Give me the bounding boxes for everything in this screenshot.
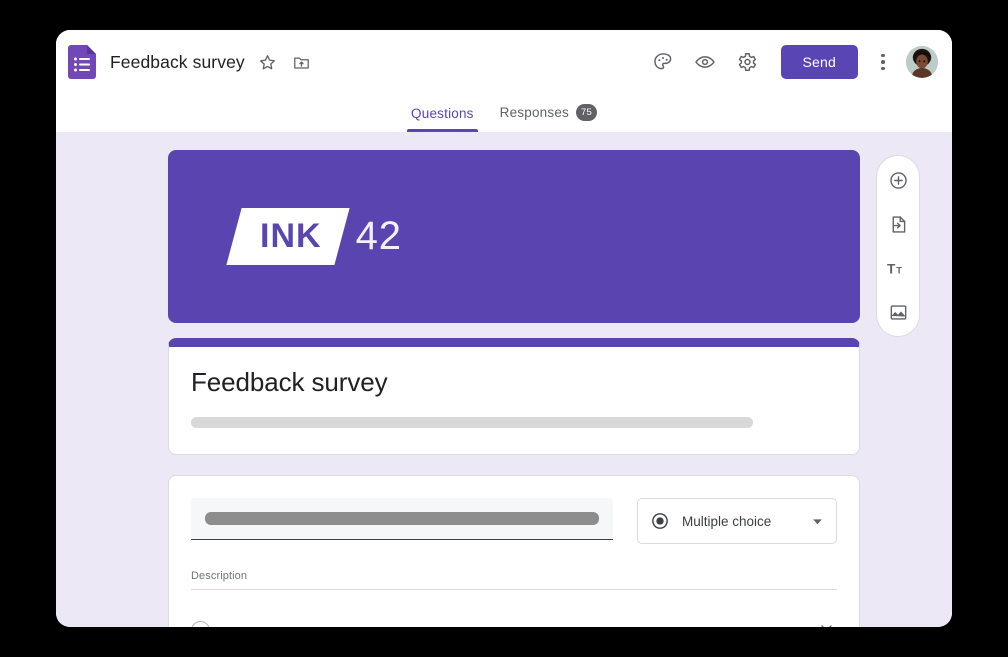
- svg-text:T: T: [896, 265, 902, 275]
- tab-questions[interactable]: Questions: [407, 106, 478, 132]
- question-title-redacted: [205, 512, 599, 525]
- add-title-icon[interactable]: T T: [882, 252, 914, 284]
- ink-logo-text: INK: [260, 217, 322, 255]
- ink-logo-shape: INK: [226, 208, 350, 265]
- tab-bar: Questions Responses 75: [56, 94, 952, 132]
- app-header: Feedback survey Send: [56, 30, 952, 94]
- gear-icon[interactable]: [729, 44, 765, 80]
- ink42-logo: INK 42: [226, 208, 403, 265]
- question-header-row: Multiple choice: [191, 498, 837, 544]
- tab-questions-label: Questions: [411, 106, 474, 121]
- chevron-down-icon: [811, 515, 824, 528]
- svg-text:T: T: [887, 261, 896, 276]
- question-add-toolbar: T T: [876, 155, 920, 337]
- eye-preview-icon[interactable]: [687, 44, 723, 80]
- palette-icon[interactable]: [645, 44, 681, 80]
- move-to-folder-icon[interactable]: [291, 51, 313, 73]
- form-column: INK 42 Feedback survey Multiple choice D…: [168, 150, 860, 627]
- radio-button-icon: [650, 511, 670, 531]
- responses-count-badge: 75: [575, 104, 597, 121]
- form-title-card[interactable]: Feedback survey: [168, 338, 860, 455]
- import-questions-icon[interactable]: [882, 208, 914, 240]
- document-title[interactable]: Feedback survey: [110, 52, 245, 73]
- question-card[interactable]: Multiple choice Description: [168, 475, 860, 627]
- star-icon[interactable]: [257, 51, 279, 73]
- answer-option-row: [191, 610, 837, 627]
- question-type-select[interactable]: Multiple choice: [637, 498, 837, 544]
- form-title[interactable]: Feedback survey: [191, 367, 837, 398]
- tab-responses[interactable]: Responses 75: [496, 104, 601, 132]
- question-description-placeholder: Description: [191, 570, 248, 582]
- close-x-icon[interactable]: [815, 619, 837, 627]
- app-window: Feedback survey Send Questions Responses…: [56, 30, 952, 627]
- kebab-menu-icon[interactable]: [868, 44, 898, 80]
- avatar[interactable]: [906, 46, 938, 78]
- form-banner-image[interactable]: INK 42: [168, 150, 860, 323]
- radio-circle-icon: [191, 620, 210, 627]
- google-forms-icon[interactable]: [68, 45, 96, 79]
- question-title-input[interactable]: [191, 498, 613, 540]
- form-description-redacted[interactable]: [191, 417, 753, 428]
- form-canvas: INK 42 Feedback survey Multiple choice D…: [56, 132, 952, 627]
- add-image-icon[interactable]: [882, 296, 914, 328]
- question-type-label: Multiple choice: [682, 513, 772, 529]
- send-button[interactable]: Send: [780, 45, 858, 79]
- tab-responses-label: Responses: [499, 105, 569, 120]
- add-question-icon[interactable]: [882, 164, 914, 196]
- question-description-underline: [191, 589, 837, 590]
- question-description-row[interactable]: Description: [191, 570, 837, 590]
- ink-logo-number: 42: [355, 214, 403, 258]
